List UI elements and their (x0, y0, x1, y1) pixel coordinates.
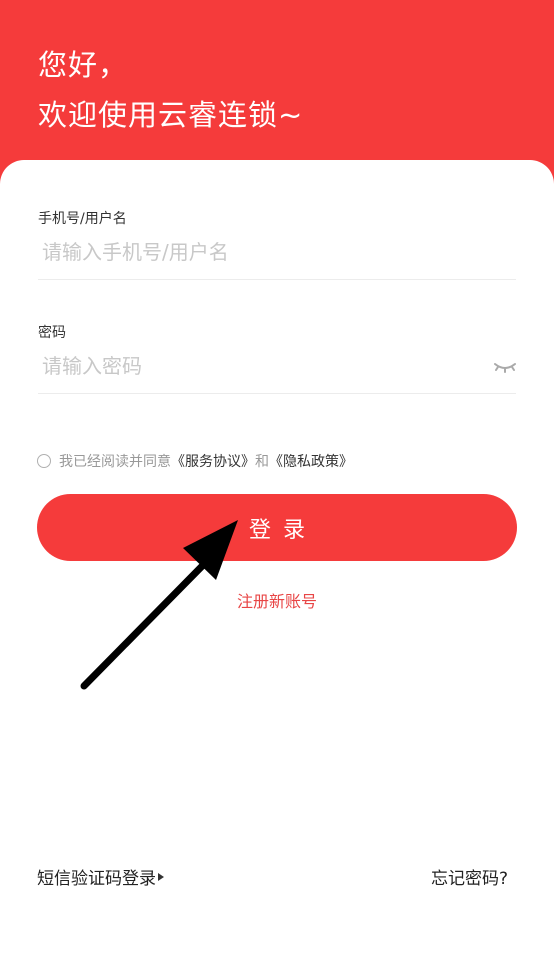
account-label: 手机号/用户名 (38, 211, 127, 227)
triangle-right-icon (158, 872, 164, 881)
password-label: 密码 (38, 325, 66, 341)
login-button[interactable]: 登录 (37, 494, 517, 561)
greeting-line-2: 欢迎使用云睿连锁~ (38, 98, 304, 132)
agreement-conjunction: 和 (255, 454, 269, 470)
greeting-line-1: 您好， (38, 48, 129, 82)
password-input[interactable] (38, 346, 516, 386)
account-divider (38, 279, 516, 280)
sms-login-link[interactable]: 短信验证码登录 (37, 864, 164, 889)
privacy-policy-link[interactable]: 《隐私政策》 (269, 451, 353, 471)
eye-closed-icon[interactable] (492, 356, 518, 378)
sms-login-label: 短信验证码登录 (37, 869, 156, 889)
agreement-prefix: 我已经阅读并同意 (59, 454, 171, 470)
agreement-checkbox[interactable] (37, 454, 51, 468)
service-agreement-link[interactable]: 《服务协议》 (171, 451, 255, 471)
forgot-password-link[interactable]: 忘记密码? (431, 864, 508, 889)
account-input[interactable] (38, 232, 516, 272)
agreement-row: 我已经阅读并同意 《服务协议》 和 《隐私政策》 (37, 451, 353, 471)
password-divider (38, 393, 516, 394)
register-link[interactable]: 注册新账号 (0, 588, 554, 612)
